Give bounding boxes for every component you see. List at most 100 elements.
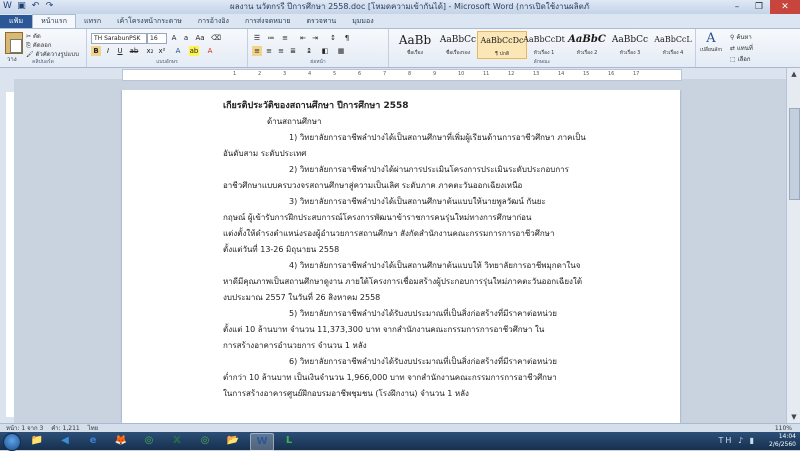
redo-icon[interactable]: ↷ — [44, 1, 55, 12]
document-line[interactable]: 1) วิทยาลัยการอาชีพลำปางได้เป็นสถานศึกษา… — [223, 130, 643, 146]
font-name-box[interactable]: TH SarabunPSK — [91, 33, 147, 44]
multilevel-list-icon[interactable]: ≡ — [280, 33, 290, 43]
start-button[interactable] — [3, 433, 21, 451]
bullets-icon[interactable]: ☰ — [252, 33, 262, 43]
document-line[interactable]: อาชีวศึกษาแบบครบวงจรสถานศึกษาสู่ความเป็น… — [223, 178, 643, 194]
tab-home[interactable]: หน้าแรก — [32, 14, 76, 28]
change-styles-button[interactable]: A เปลี่ยนลักษณะ — [700, 31, 722, 54]
sort-icon[interactable]: ↕ — [328, 33, 338, 43]
document-line[interactable]: การสร้างอาคารอำนวยการ จำนวน 1 หลัง — [223, 338, 643, 354]
minimize-button[interactable]: – — [726, 0, 748, 14]
strikethrough-icon[interactable]: ab — [129, 46, 139, 56]
scroll-thumb[interactable] — [789, 108, 800, 200]
tab-mailings[interactable]: การส่งจดหมาย — [237, 15, 299, 28]
tab-page-layout[interactable]: เค้าโครงหน้ากระดาษ — [109, 15, 190, 28]
document-line[interactable]: กฤษณ์ ผู้เข้ารับการฝึกประสบการณ์โครงการพ… — [223, 210, 643, 226]
style-heading-4[interactable]: AaBbCcL หัวเรื่อง 4 — [649, 31, 697, 57]
line-spacing-icon[interactable]: ↨ — [304, 46, 314, 56]
decrease-indent-icon[interactable]: ⇤ — [298, 33, 308, 43]
firefox-icon[interactable]: 🦊 — [110, 433, 132, 449]
superscript-icon[interactable]: x² — [157, 46, 167, 56]
folder-icon[interactable]: 📂 — [222, 433, 244, 449]
shrink-font-icon[interactable]: a — [181, 33, 191, 43]
document-body[interactable]: เกียรติประวัติของสถานศึกษา ปีการศึกษา 25… — [223, 98, 643, 402]
justify-icon[interactable]: ≣ — [288, 46, 298, 56]
undo-icon[interactable]: ↶ — [30, 1, 41, 12]
text-effects-icon[interactable]: A — [173, 46, 183, 56]
clock[interactable]: 14:04 2/6/2560 — [769, 433, 796, 449]
underline-icon[interactable]: U — [115, 46, 125, 56]
explorer-icon[interactable]: 📁 — [26, 433, 48, 449]
document-line[interactable]: 2) วิทยาลัยการอาชีพลำปางได้ผ่านการประเมิ… — [223, 162, 643, 178]
tab-view[interactable]: มุมมอง — [344, 15, 381, 28]
highlight-icon[interactable]: ab — [189, 46, 199, 56]
find-button[interactable]: ⚲ ค้นหา — [730, 32, 753, 43]
show-formatting-icon[interactable]: ¶ — [342, 33, 352, 43]
horizontal-ruler[interactable]: 1 2 3 4 5 6 7 8 9 10 11 12 13 14 15 16 17 — [122, 69, 682, 81]
tab-references[interactable]: การอ้างอิง — [190, 15, 237, 28]
document-line[interactable]: แต่งตั้งให้ดำรงตำแหน่งรองผู้อำนวยการสถาน… — [223, 226, 643, 242]
document-line[interactable]: ในการสร้างอาคารศูนย์ฝึกอบรมอาชีพชุมชน (โ… — [223, 386, 643, 402]
network-icon[interactable]: ▮ — [750, 436, 756, 445]
style-normal-sample: AaBbCcDc — [480, 36, 524, 45]
shading-icon[interactable]: ◧ — [320, 46, 330, 56]
clear-format-icon[interactable]: ⌫ — [211, 33, 221, 43]
document-line[interactable]: 5) วิทยาลัยการอาชีพลำปางได้รับงบประมาณที… — [223, 306, 643, 322]
style-heading-3[interactable]: AaBbCc หัวเรื่อง 3 — [606, 31, 654, 57]
word-app-icon[interactable]: W — [2, 1, 13, 12]
tray-language[interactable]: TH — [718, 436, 733, 445]
tab-file[interactable]: แฟ้ม — [0, 15, 33, 28]
document-line[interactable]: อันดับสาม ระดับประเทศ — [223, 146, 643, 162]
word-icon[interactable]: W — [250, 433, 274, 451]
style-heading-1[interactable]: AaBbCcDt หัวเรื่อง 1 — [520, 31, 568, 57]
document-line[interactable]: 4) วิทยาลัยการอาชีพลำปางได้เป็นสถานศึกษา… — [223, 258, 643, 274]
save-icon[interactable]: ▣ — [16, 1, 27, 12]
font-size-box[interactable]: 16 — [147, 33, 167, 44]
document-line[interactable]: งบประมาณ 2557 ในวันที่ 26 สิงหาคม 2558 — [223, 290, 643, 306]
media-player-icon[interactable]: ◀ — [54, 433, 76, 449]
select-button[interactable]: ⬚ เลือก — [730, 54, 753, 65]
subscript-icon[interactable]: x₂ — [145, 46, 155, 56]
align-left-icon[interactable]: ≡ — [252, 46, 262, 56]
close-button[interactable]: ✕ — [770, 0, 800, 14]
document-line[interactable]: 3) วิทยาลัยการอาชีพลำปางได้เป็นสถานศึกษา… — [223, 194, 643, 210]
volume-icon[interactable]: ♪ — [738, 436, 745, 445]
font-color-icon[interactable]: A — [205, 46, 215, 56]
document-line[interactable]: ต่ำกว่า 10 ล้านบาท เป็นเงินจำนวน 1,966,0… — [223, 370, 643, 386]
document-subtitle[interactable]: ด้านสถานศึกษา — [223, 114, 643, 130]
change-case-icon[interactable]: Aa — [195, 33, 205, 43]
chrome-alt-icon[interactable]: ◎ — [194, 433, 216, 449]
style-heading-2[interactable]: AaBbC หัวเรื่อง 2 — [563, 31, 611, 57]
chrome-icon[interactable]: ◎ — [138, 433, 160, 449]
word-count[interactable]: คำ: 1,211 — [51, 425, 80, 432]
bold-icon[interactable]: B — [91, 46, 101, 56]
internet-explorer-icon[interactable]: e — [82, 433, 104, 449]
align-right-icon[interactable]: ≡ — [276, 46, 286, 56]
replace-button[interactable]: ⇄ แทนที่ — [730, 43, 753, 54]
document-line[interactable]: 6) วิทยาลัยการอาชีพลำปางได้รับงบประมาณที… — [223, 354, 643, 370]
document-page[interactable]: เกียรติประวัติของสถานศึกษา ปีการศึกษา 25… — [122, 90, 680, 423]
paste-icon[interactable] — [5, 32, 23, 54]
language-indicator[interactable]: ไทย — [88, 425, 99, 432]
style-subtitle[interactable]: AaBbCc ชื่อเรื่องรอง — [434, 31, 482, 57]
italic-icon[interactable]: I — [103, 46, 113, 56]
excel-icon[interactable]: X — [166, 433, 188, 449]
tab-insert[interactable]: แทรก — [76, 15, 109, 28]
scroll-up-icon[interactable]: ▲ — [787, 68, 800, 80]
document-title[interactable]: เกียรติประวัติของสถานศึกษา ปีการศึกษา 25… — [223, 98, 643, 114]
vertical-scrollbar[interactable]: ▲ ▼ — [786, 68, 800, 423]
line-icon[interactable]: L — [278, 433, 300, 449]
increase-indent-icon[interactable]: ⇥ — [310, 33, 320, 43]
numbering-icon[interactable]: ≔ — [266, 33, 276, 43]
borders-icon[interactable]: ▦ — [336, 46, 346, 56]
grow-font-icon[interactable]: A — [169, 33, 179, 43]
document-line[interactable]: หาดีมีคุณภาพเป็นสถานศึกษาดูงาน ภายใต้โคร… — [223, 274, 643, 290]
document-line[interactable]: ตั้งแต่วันที่ 13-26 มิถุนายน 2558 — [223, 242, 643, 258]
align-center-icon[interactable]: ≡ — [264, 46, 274, 56]
maximize-button[interactable]: ❐ — [748, 0, 770, 14]
scroll-down-icon[interactable]: ▼ — [787, 411, 800, 423]
page-count[interactable]: หน้า: 1 จาก 3 — [6, 425, 43, 432]
tab-review[interactable]: ตรวจทาน — [299, 15, 345, 28]
style-title[interactable]: AaBb ชื่อเรื่อง — [391, 31, 439, 57]
document-line[interactable]: ตั้งแต่ 10 ล้านบาท จำนวน 11,373,300 บาท … — [223, 322, 643, 338]
